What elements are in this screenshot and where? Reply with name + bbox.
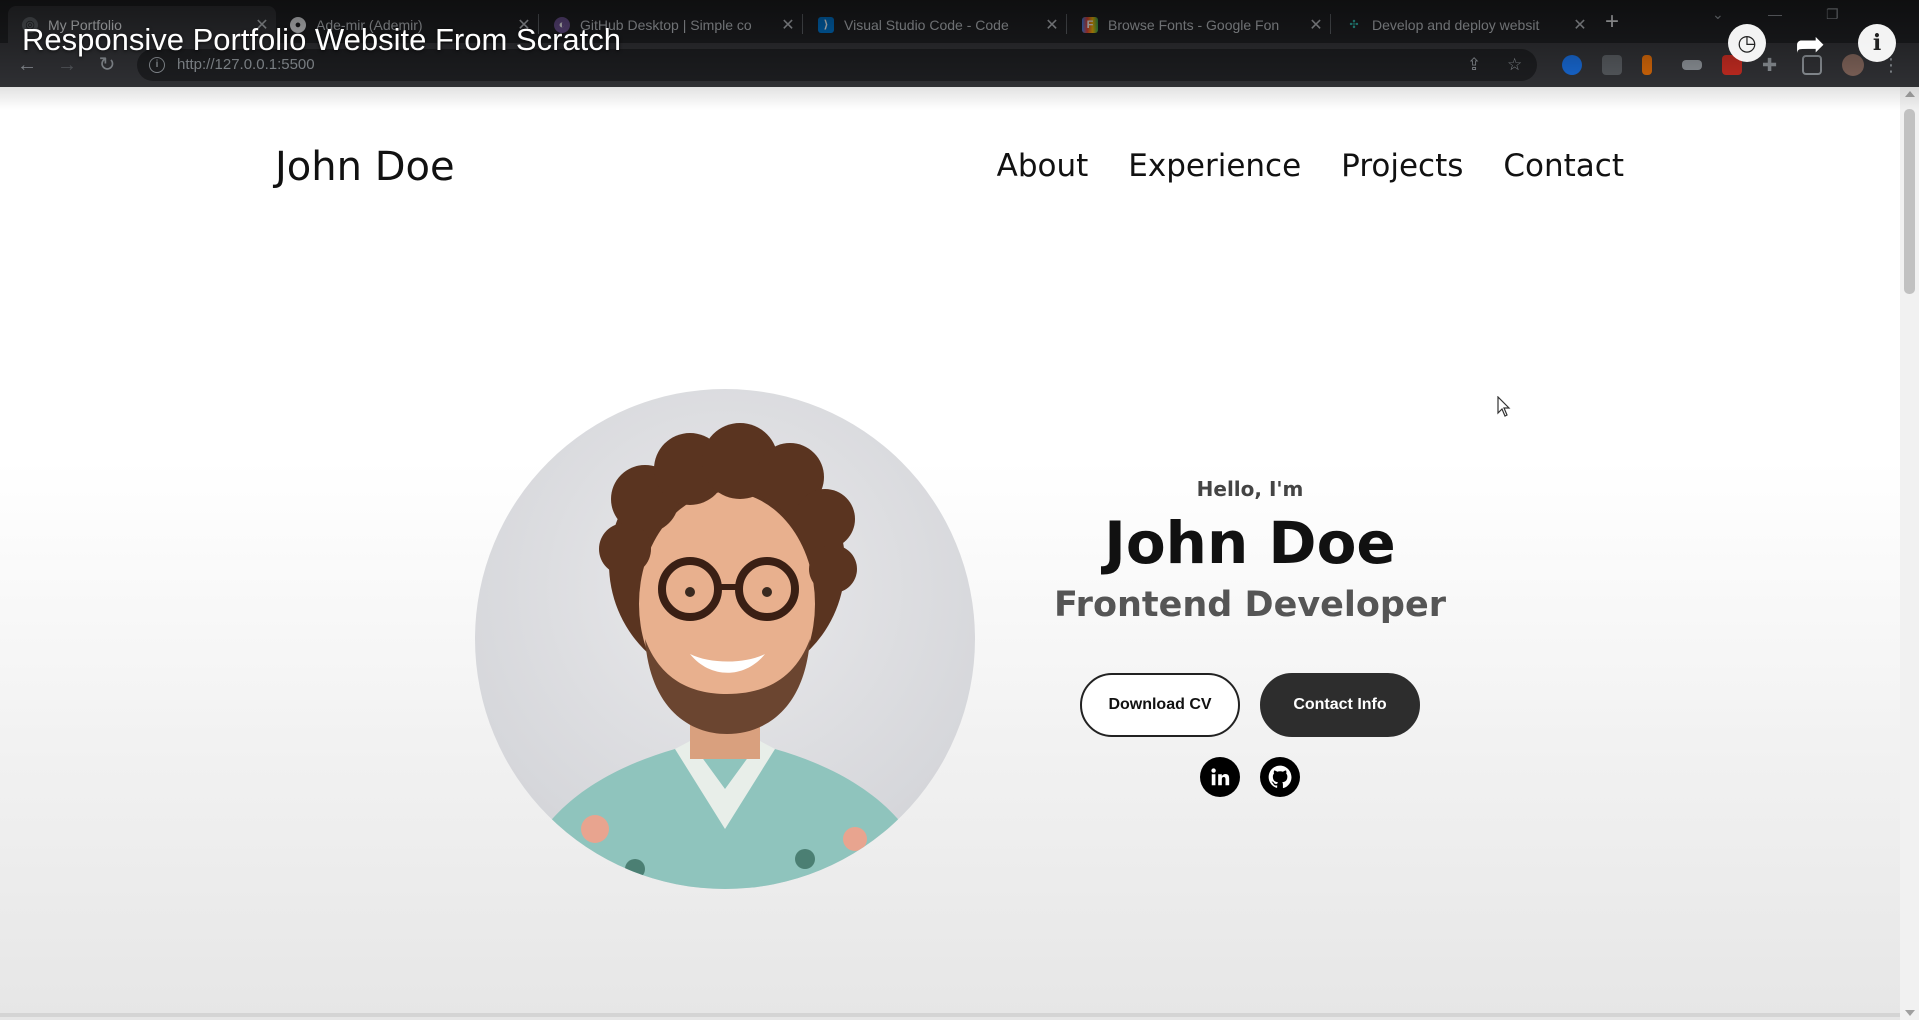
tab-search-icon[interactable]: ⌄ bbox=[1712, 6, 1724, 23]
url-text[interactable]: http://127.0.0.1:5500 bbox=[177, 56, 315, 73]
profile-photo bbox=[475, 389, 975, 889]
tab-vscode[interactable]: ⟩ Visual Studio Code - Code ✕ bbox=[804, 6, 1066, 43]
nav-link-about[interactable]: About bbox=[997, 148, 1089, 184]
github-icon[interactable] bbox=[1260, 757, 1300, 797]
hero-name: John Doe bbox=[1104, 509, 1396, 577]
vscode-icon: ⟩ bbox=[818, 16, 834, 33]
puzzle-icon[interactable]: ✚ bbox=[1762, 55, 1782, 75]
avatar[interactable] bbox=[1842, 54, 1864, 76]
scroll-thumb[interactable] bbox=[1904, 109, 1915, 294]
site-info-icon[interactable]: i bbox=[149, 57, 165, 73]
extension-icon[interactable] bbox=[1562, 55, 1582, 75]
tab-google-fonts[interactable]: F Browse Fonts - Google Fon ✕ bbox=[1068, 6, 1330, 43]
bookmark-star-icon[interactable]: ☆ bbox=[1507, 55, 1522, 75]
scroll-up-icon[interactable] bbox=[1905, 91, 1915, 97]
tab-netlify[interactable]: ✣ Develop and deploy websit ✕ bbox=[1332, 6, 1594, 43]
close-icon[interactable]: ✕ bbox=[1566, 15, 1594, 35]
extension-icon[interactable] bbox=[1602, 55, 1622, 75]
site-nav: About Experience Projects Contact bbox=[997, 148, 1624, 184]
hero-text: Hello, I'm John Doe Frontend Developer bbox=[1000, 477, 1500, 625]
info-icon[interactable]: i bbox=[1858, 24, 1896, 62]
nav-link-contact[interactable]: Contact bbox=[1503, 148, 1624, 184]
tab-separator bbox=[802, 14, 803, 34]
tab-separator bbox=[1330, 14, 1331, 34]
new-tab-button[interactable]: + bbox=[1598, 8, 1626, 36]
tab-separator bbox=[1066, 14, 1067, 34]
google-fonts-icon: F bbox=[1082, 16, 1098, 33]
video-progress-bar[interactable] bbox=[0, 1013, 1900, 1017]
contact-info-button[interactable]: Contact Info bbox=[1260, 673, 1420, 737]
download-cv-button[interactable]: Download CV bbox=[1080, 673, 1240, 737]
close-icon[interactable]: ✕ bbox=[1302, 15, 1330, 35]
mouse-cursor-icon bbox=[1497, 396, 1511, 417]
netlify-icon: ✣ bbox=[1349, 19, 1359, 31]
page-viewport: John Doe About Experience Projects Conta… bbox=[0, 87, 1900, 1020]
restore-icon[interactable]: ❐ bbox=[1826, 6, 1839, 23]
nav-link-projects[interactable]: Projects bbox=[1341, 148, 1463, 184]
hero-role: Frontend Developer bbox=[1054, 585, 1446, 625]
tab-title: Visual Studio Code - Code bbox=[844, 16, 1009, 33]
share-arrow-icon[interactable]: ➦ bbox=[1795, 26, 1825, 62]
watch-later-clock-icon[interactable]: ◷ bbox=[1728, 24, 1766, 62]
nav-link-experience[interactable]: Experience bbox=[1128, 148, 1301, 184]
minimize-icon[interactable]: — bbox=[1768, 6, 1782, 22]
extension-icon[interactable] bbox=[1642, 55, 1652, 75]
video-title[interactable]: Responsive Portfolio Website From Scratc… bbox=[22, 22, 621, 58]
close-icon[interactable]: ✕ bbox=[1038, 15, 1066, 35]
hero-greeting: Hello, I'm bbox=[1196, 477, 1304, 501]
tab-title: Browse Fonts - Google Fon bbox=[1108, 16, 1280, 33]
close-icon[interactable]: ✕ bbox=[774, 15, 802, 35]
share-icon[interactable]: ⇪ bbox=[1467, 55, 1481, 75]
site-logo[interactable]: John Doe bbox=[275, 144, 455, 190]
scroll-down-icon[interactable] bbox=[1905, 1010, 1915, 1016]
linkedin-icon[interactable] bbox=[1200, 757, 1240, 797]
screen: ◎ My Portfolio ✕ ● Ade-mir (Ademir) ✕ ◐ … bbox=[0, 0, 1919, 1020]
page-scrollbar[interactable] bbox=[1900, 87, 1919, 1020]
tab-title: Develop and deploy websit bbox=[1372, 16, 1540, 33]
extension-icon[interactable] bbox=[1682, 60, 1702, 70]
